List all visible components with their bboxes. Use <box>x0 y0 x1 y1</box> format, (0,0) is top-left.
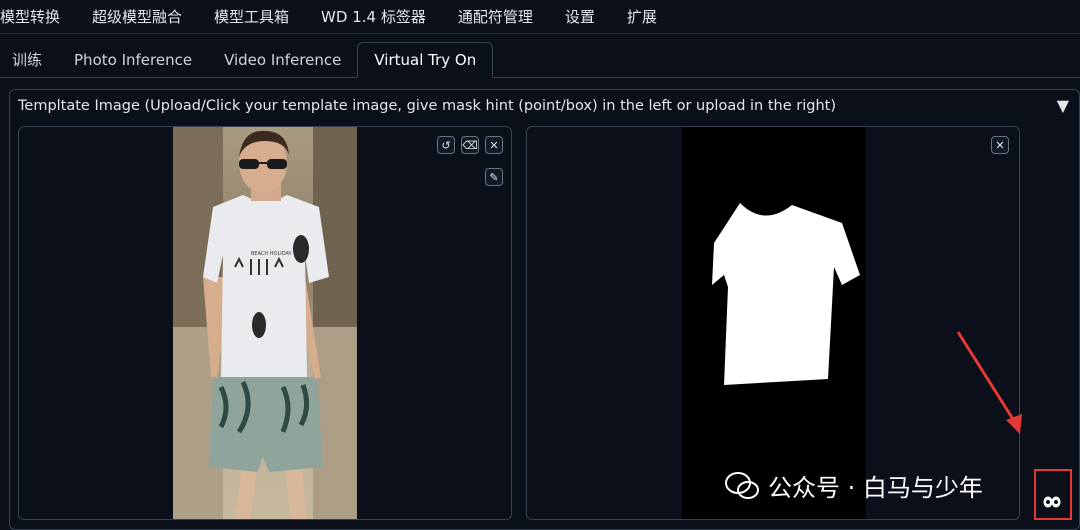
tab-photo-inference[interactable]: Photo Inference <box>58 43 208 77</box>
watermark-text: 公众号 · 白马与少年 <box>768 474 983 502</box>
nav-wildcard-manager[interactable]: 通配符管理 <box>442 6 549 27</box>
mask-hint-point[interactable] <box>293 235 309 263</box>
nav-extensions[interactable]: 扩展 <box>611 6 673 27</box>
wechat-icon <box>725 471 759 499</box>
annotation-highlight-box <box>1034 469 1072 520</box>
close-icon[interactable]: ✕ <box>485 136 503 154</box>
mask-image-upload[interactable]: ✕ <box>526 126 1020 520</box>
nav-super-merge[interactable]: 超级模型融合 <box>76 6 198 27</box>
accordion-header[interactable]: Templtate Image (Upload/Click your templ… <box>18 96 1071 118</box>
tshirt-mask <box>712 203 860 385</box>
tab-virtual-try-on[interactable]: Virtual Try On <box>357 42 494 78</box>
mask-hint-point[interactable] <box>252 312 266 338</box>
sub-tabs: 训练 Photo Inference Video Inference Virtu… <box>0 42 1080 78</box>
nav-wd-tagger[interactable]: WD 1.4 标签器 <box>305 6 442 27</box>
nav-model-toolbox[interactable]: 模型工具箱 <box>198 6 305 27</box>
nav-settings[interactable]: 设置 <box>549 6 611 27</box>
watermark: 公众号 · 白马与少年 <box>724 468 983 503</box>
close-icon[interactable]: ✕ <box>991 136 1009 154</box>
undo-icon[interactable]: ↺ <box>437 136 455 154</box>
eraser-icon[interactable]: ⌫ <box>461 136 479 154</box>
accordion-title: Templtate Image (Upload/Click your templ… <box>18 98 836 114</box>
tab-video-inference[interactable]: Video Inference <box>208 43 357 77</box>
annotation-arrow-icon <box>956 331 1022 434</box>
template-image-editor[interactable]: BEACH HOLIDAY ↺ ⌫ ✕ ✎ <box>18 126 512 520</box>
shirt-print-text: BEACH HOLIDAY <box>251 251 293 257</box>
man-in-tshirt-image: BEACH HOLIDAY <box>173 127 357 519</box>
brush-icon[interactable]: ✎ <box>485 168 503 186</box>
top-nav: 模型转换 超级模型融合 模型工具箱 WD 1.4 标签器 通配符管理 设置 扩展 <box>0 0 1080 34</box>
mask-image[interactable] <box>682 127 866 519</box>
eye-icon[interactable] <box>1043 496 1061 508</box>
template-photo[interactable]: BEACH HOLIDAY <box>173 127 357 519</box>
nav-model-convert[interactable]: 模型转换 <box>0 6 76 27</box>
tab-train[interactable]: 训练 <box>0 43 58 77</box>
collapse-arrow-icon[interactable]: ▼ <box>1057 96 1069 115</box>
